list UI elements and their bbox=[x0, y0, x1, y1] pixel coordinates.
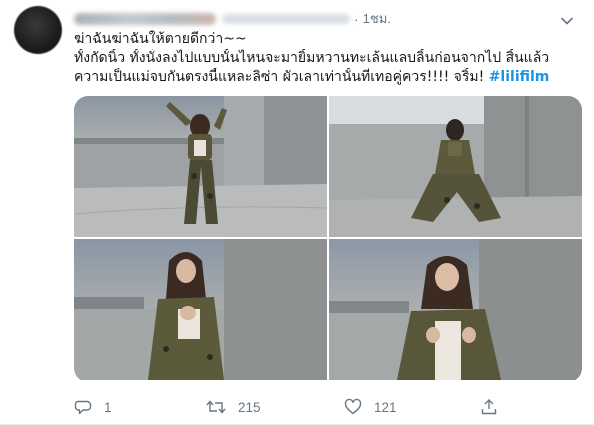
media-photo[interactable] bbox=[329, 239, 582, 380]
media-photo[interactable] bbox=[329, 96, 582, 237]
like-count: 121 bbox=[374, 399, 397, 415]
tweet-text-segment: ความเป็นแม่จบกันตรงนี้แหละลิซ่า ผัวเลาเท… bbox=[74, 69, 489, 85]
more-options-button[interactable] bbox=[558, 12, 576, 30]
tweet-text-line: ฆ่าฉันฆ่าฉันให้ตายดีกว่า~~ bbox=[74, 31, 247, 47]
tweet-card[interactable]: · 1ชม. ฆ่าฉันฆ่าฉันให้ตายดีกว่า~~ ทั้งกั… bbox=[0, 0, 594, 425]
share-icon bbox=[481, 399, 497, 415]
separator-dot: · bbox=[354, 11, 359, 27]
chevron-down-icon bbox=[561, 17, 573, 25]
heart-icon bbox=[344, 398, 362, 415]
retweet-icon bbox=[206, 400, 226, 414]
reply-count: 1 bbox=[104, 399, 112, 415]
reply-icon bbox=[74, 400, 92, 415]
action-bar: 1 215 121 bbox=[74, 396, 514, 418]
retweet-count: 215 bbox=[238, 399, 261, 415]
reply-button[interactable]: 1 bbox=[74, 396, 112, 418]
share-button[interactable] bbox=[480, 396, 498, 418]
retweet-button[interactable]: 215 bbox=[206, 396, 261, 418]
hashtag-link[interactable]: #lilifilm bbox=[489, 69, 550, 85]
media-grid bbox=[74, 96, 582, 382]
display-name-redacted[interactable] bbox=[74, 13, 216, 25]
tweet-text: ฆ่าฉันฆ่าฉันให้ตายดีกว่า~~ ทั้งกัดนิ้ว ท… bbox=[74, 30, 580, 87]
media-photo[interactable] bbox=[74, 96, 327, 237]
media-photo[interactable] bbox=[74, 239, 327, 380]
username-redacted[interactable] bbox=[222, 14, 350, 24]
tweet-header: · 1ชม. bbox=[74, 10, 580, 28]
like-button[interactable]: 121 bbox=[344, 396, 397, 418]
timestamp[interactable]: 1ชม. bbox=[363, 10, 391, 28]
tweet-text-line: ความเป็นแม่จบกันตรงนี้แหละลิซ่า ผัวเลาเท… bbox=[74, 68, 580, 87]
tweet-text-line: ทั้งกัดนิ้ว ทั้งนั่งลงไปแบบนั้นไหนจะมายิ… bbox=[74, 50, 550, 66]
avatar[interactable] bbox=[14, 6, 62, 54]
